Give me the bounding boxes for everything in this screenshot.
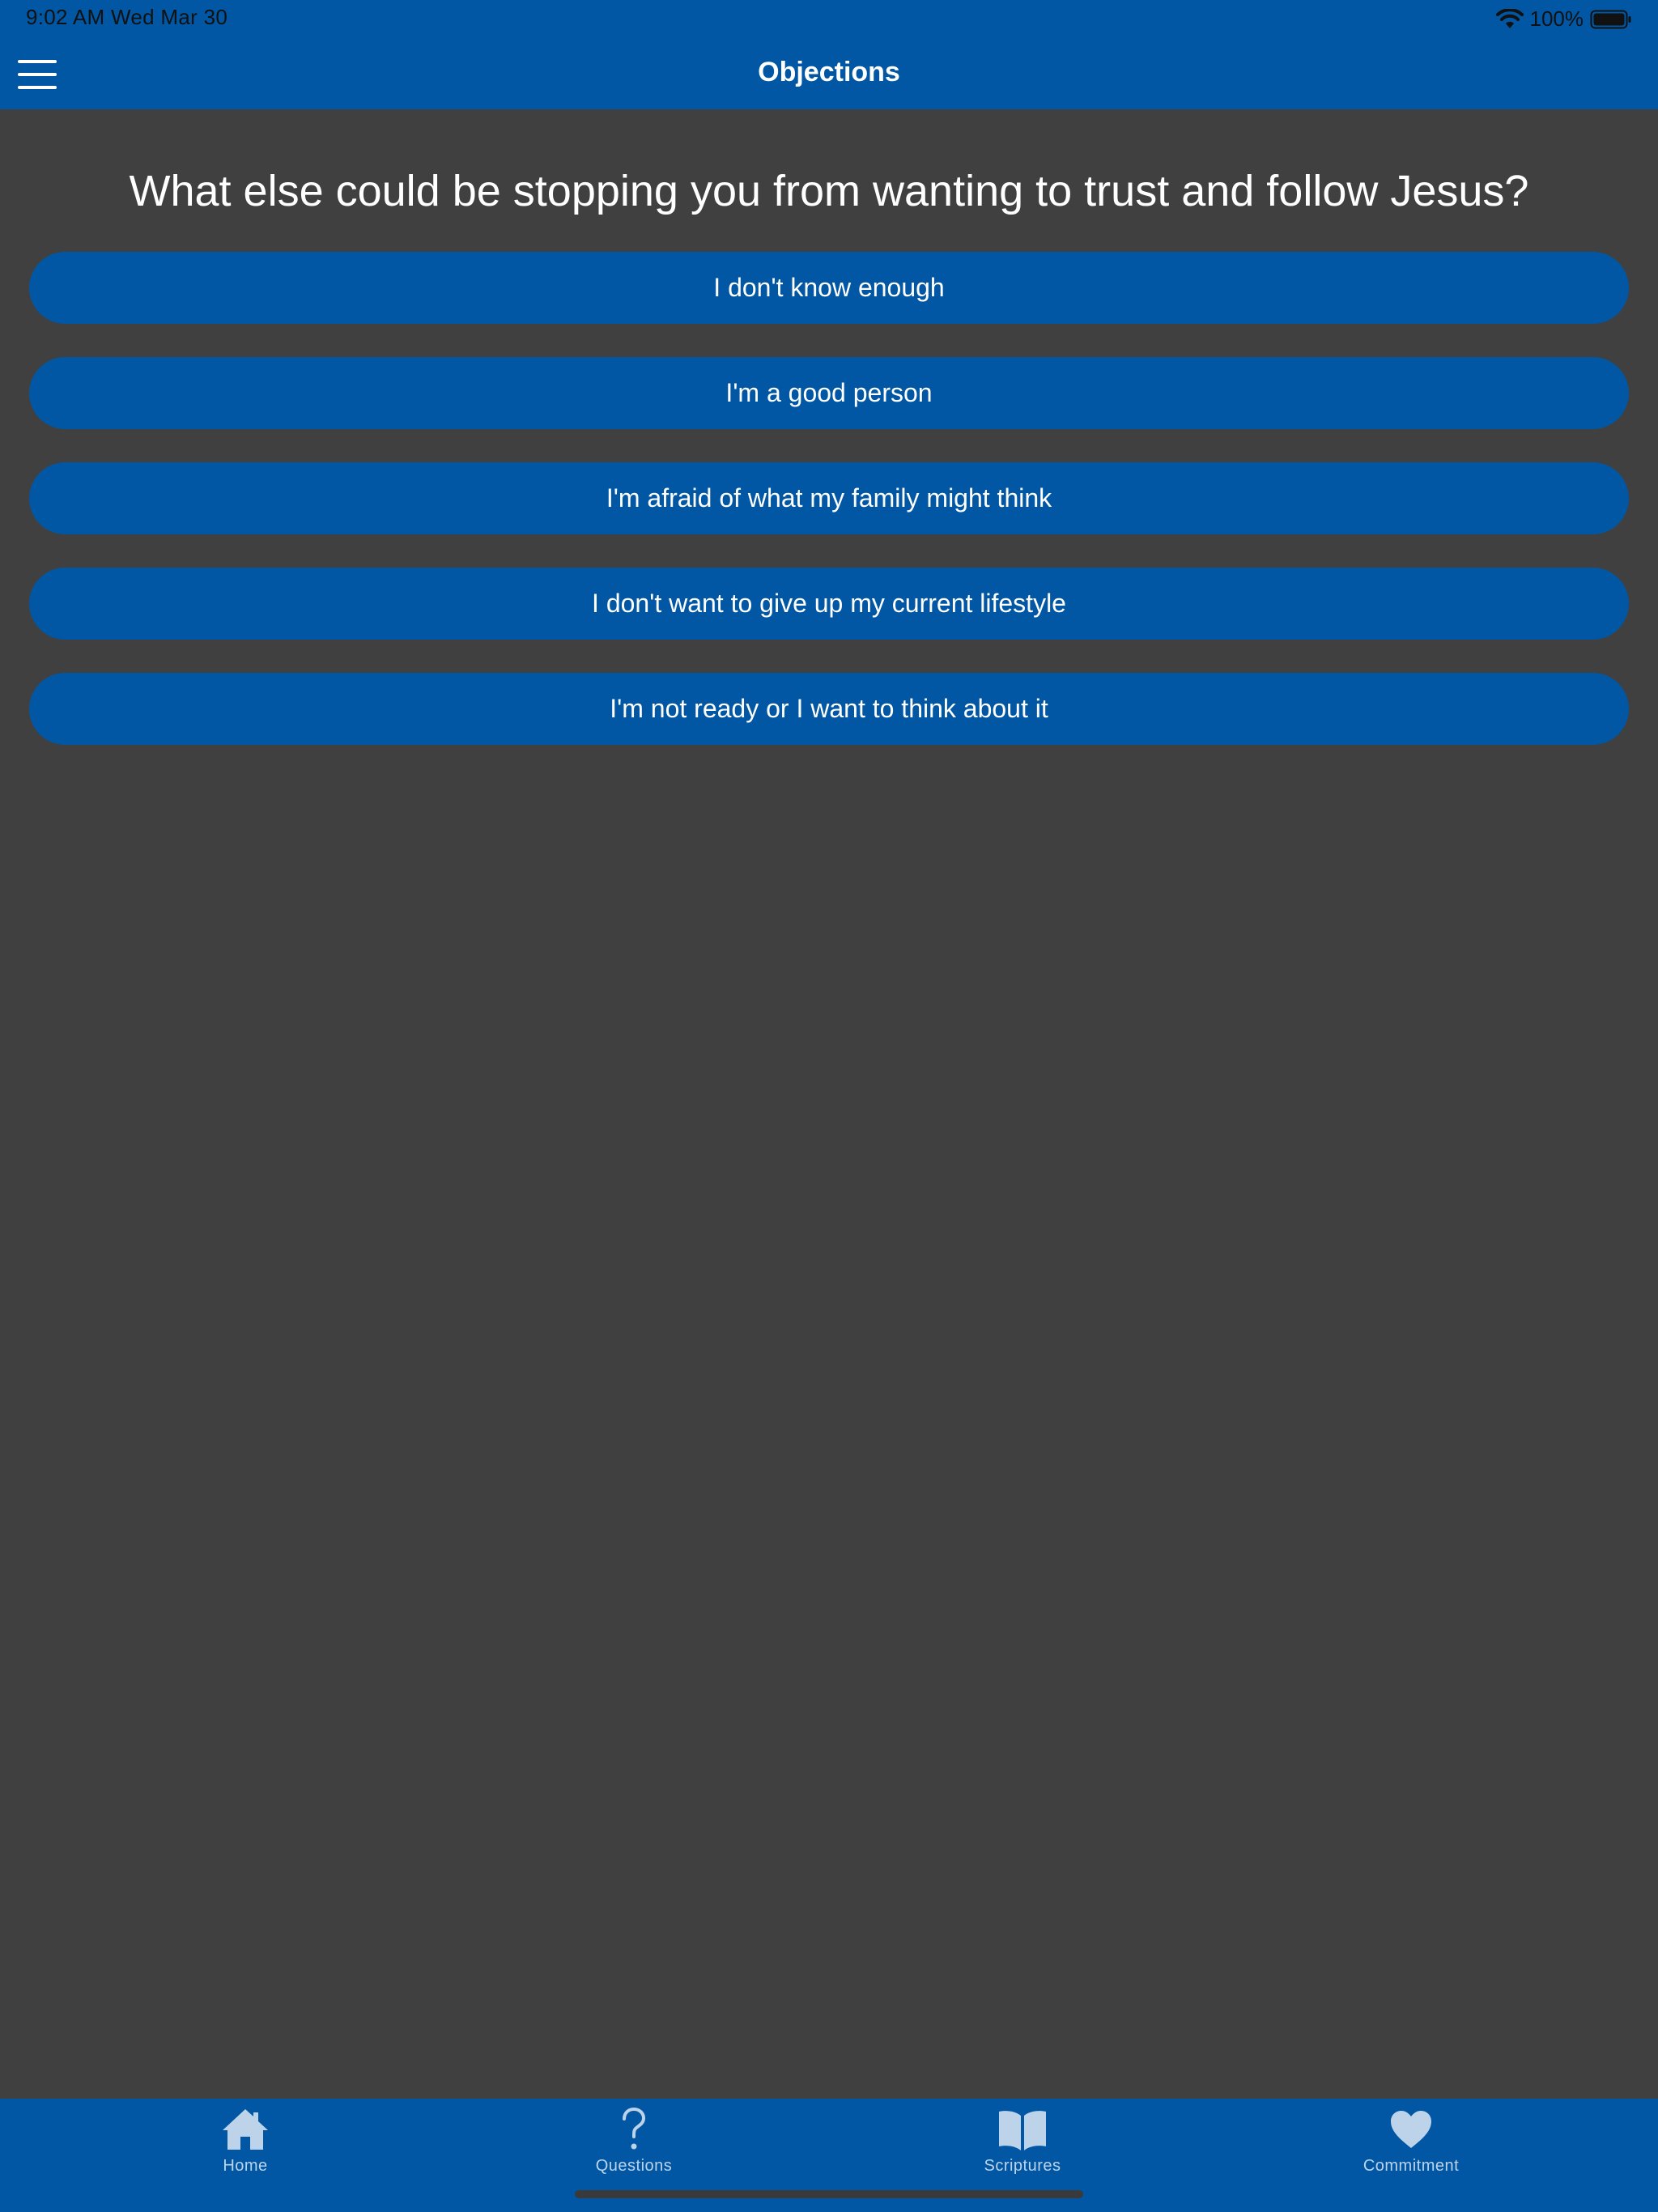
- answer-button-not-ready[interactable]: I'm not ready or I want to think about i…: [29, 673, 1629, 745]
- answer-list: I don't know enough I'm a good person I'…: [29, 252, 1629, 778]
- tab-questions[interactable]: Questions: [512, 2099, 755, 2180]
- page-title: Objections: [758, 57, 900, 87]
- tab-home[interactable]: Home: [124, 2099, 367, 2180]
- wifi-icon: [1495, 8, 1524, 30]
- status-indicators: 100%: [1495, 6, 1633, 32]
- status-time-date: 9:02 AM Wed Mar 30: [26, 5, 228, 29]
- battery-percent: 100%: [1529, 6, 1584, 31]
- tab-scriptures[interactable]: Scriptures: [901, 2099, 1144, 2180]
- tab-commitment-label: Commitment: [1363, 2157, 1460, 2175]
- answer-button-dont-know-enough[interactable]: I don't know enough: [29, 252, 1629, 324]
- battery-icon: [1590, 9, 1632, 30]
- answer-button-current-lifestyle[interactable]: I don't want to give up my current lifes…: [29, 568, 1629, 640]
- open-book-icon: [997, 2107, 1048, 2152]
- home-indicator[interactable]: [575, 2190, 1083, 2198]
- answer-button-family-think[interactable]: I'm afraid of what my family might think: [29, 462, 1629, 534]
- tab-scriptures-label: Scriptures: [984, 2157, 1061, 2175]
- house-icon: [221, 2107, 270, 2152]
- heart-icon: [1389, 2107, 1433, 2152]
- tab-questions-label: Questions: [595, 2157, 673, 2175]
- question-mark-icon: [618, 2107, 650, 2152]
- tab-commitment[interactable]: Commitment: [1290, 2099, 1533, 2180]
- top-bar: 9:02 AM Wed Mar 30 100% Objections: [0, 0, 1658, 109]
- app-screen: 9:02 AM Wed Mar 30 100% Objections What …: [0, 0, 1658, 2212]
- question-heading: What else could be stopping you from wan…: [129, 167, 1529, 215]
- answer-button-good-person[interactable]: I'm a good person: [29, 357, 1629, 429]
- tab-home-label: Home: [223, 2157, 268, 2175]
